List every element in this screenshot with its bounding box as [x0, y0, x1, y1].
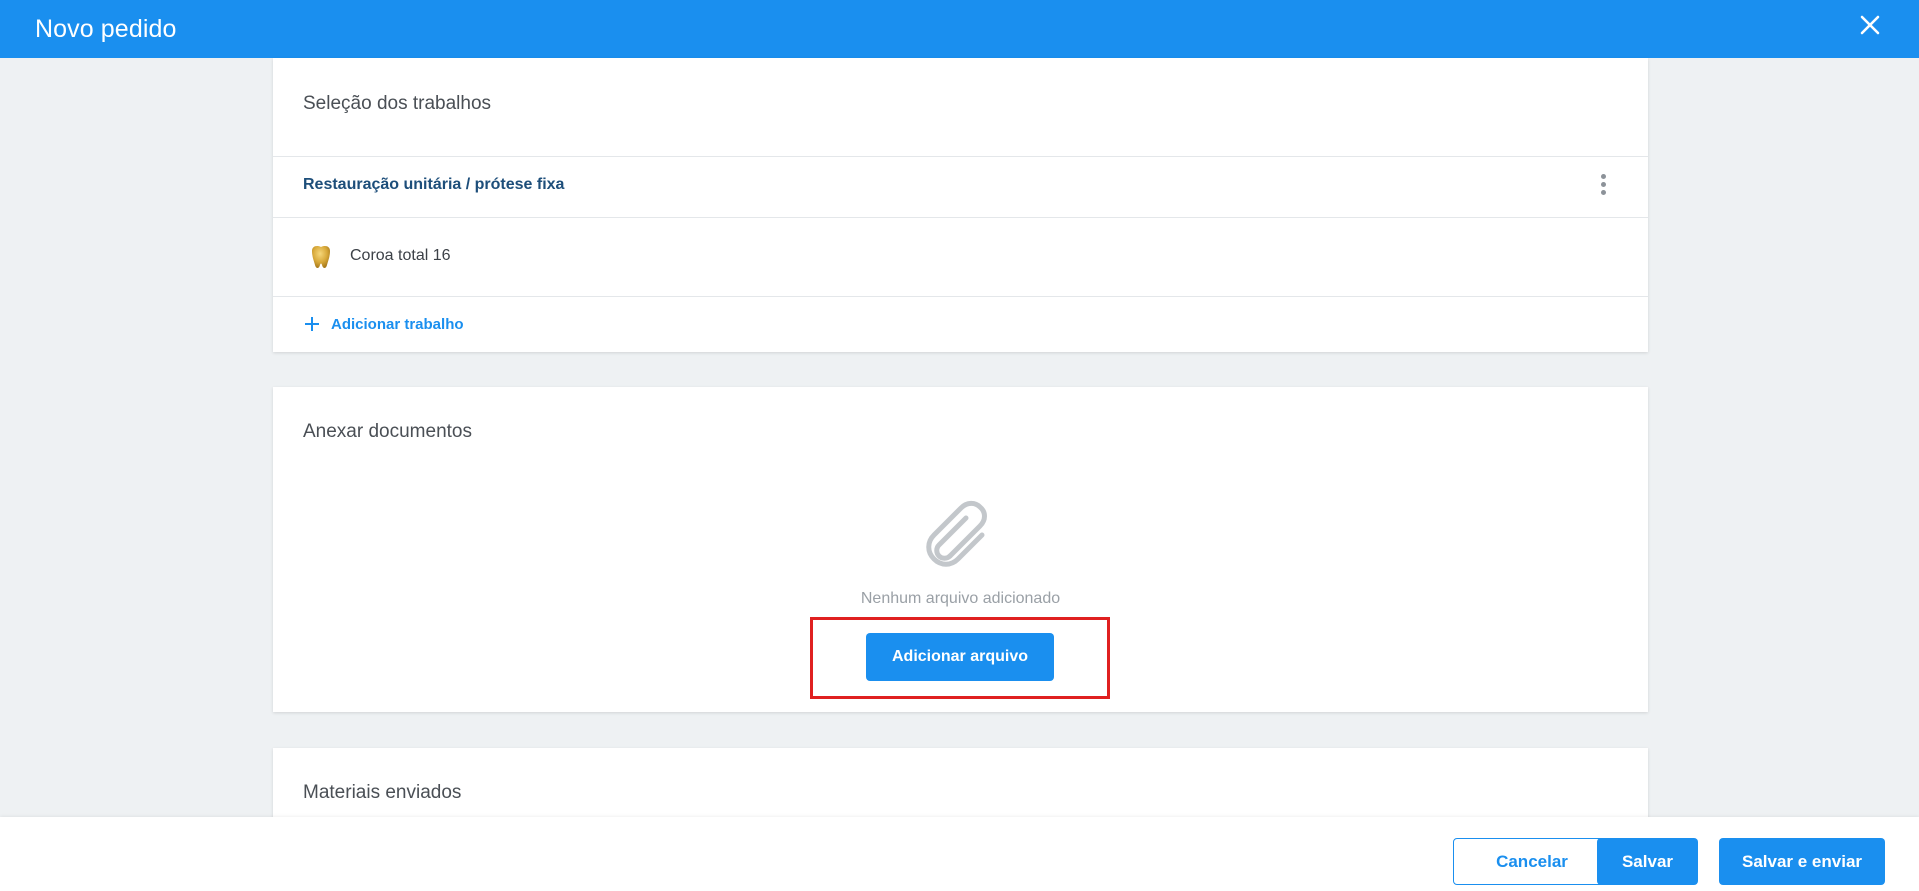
jobs-section: Seleção dos trabalhos Restauração unitár… — [273, 58, 1648, 352]
jobs-section-title: Seleção dos trabalhos — [303, 93, 492, 114]
save-button[interactable]: Salvar — [1597, 838, 1698, 885]
add-job-button[interactable]: Adicionar trabalho — [303, 312, 464, 336]
footer-bar: Cancelar Salvar Salvar e enviar — [0, 817, 1919, 891]
add-file-button[interactable]: Adicionar arquivo — [866, 633, 1054, 681]
add-job-label: Adicionar trabalho — [331, 315, 464, 333]
save-and-send-button[interactable]: Salvar e enviar — [1719, 838, 1885, 885]
divider — [273, 296, 1648, 297]
header-bar: Novo pedido — [0, 0, 1919, 58]
job-group-label: Restauração unitária / prótese fixa — [303, 176, 565, 193]
documents-section: Anexar documentos Nenhum arquivo adicion… — [273, 387, 1648, 712]
empty-state-text: Nenhum arquivo adicionado — [860, 590, 1061, 607]
materials-section-title: Materiais enviados — [303, 782, 462, 803]
close-icon — [1860, 15, 1880, 35]
page-title: Novo pedido — [35, 14, 177, 43]
paperclip-icon — [926, 500, 987, 567]
plus-icon — [305, 317, 319, 331]
job-item[interactable]: Coroa total 16 — [273, 217, 1648, 296]
documents-section-title: Anexar documentos — [303, 421, 472, 442]
job-group-menu-button[interactable] — [1598, 174, 1608, 198]
close-button[interactable] — [1857, 12, 1883, 38]
job-item-label: Coroa total 16 — [350, 247, 451, 264]
cancel-button[interactable]: Cancelar — [1453, 838, 1611, 885]
job-group-row: Restauração unitária / prótese fixa — [273, 156, 1648, 217]
more-vertical-icon — [1600, 174, 1606, 179]
tooth-icon — [312, 246, 330, 268]
